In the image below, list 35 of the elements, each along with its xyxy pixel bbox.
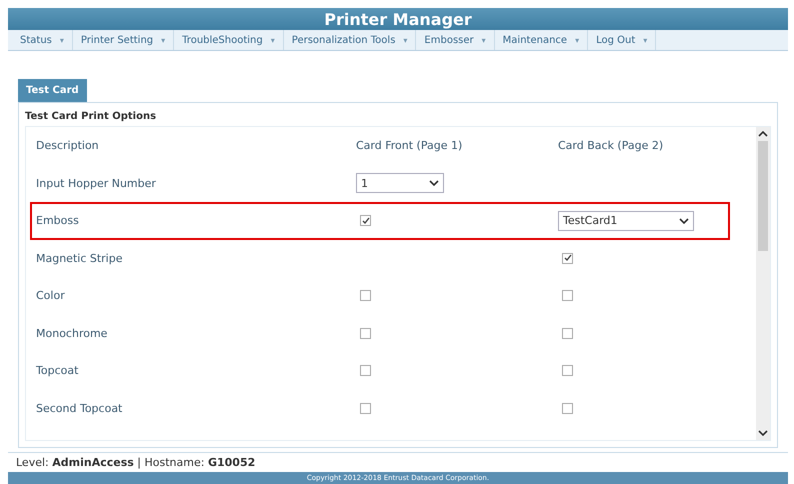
- row-label: Magnetic Stripe: [36, 252, 124, 265]
- select-dropdown[interactable]: TestCard1: [558, 210, 694, 231]
- menu-item[interactable]: Printer Setting ▾: [72, 30, 174, 50]
- checkbox[interactable]: [360, 215, 371, 226]
- checkbox[interactable]: [360, 328, 371, 339]
- menu-item[interactable]: Embosser ▾: [416, 30, 495, 50]
- checkbox[interactable]: [360, 290, 371, 302]
- row-label: Second Topcoat: [36, 402, 124, 415]
- checkbox[interactable]: [562, 290, 573, 302]
- checkbox[interactable]: [562, 252, 573, 264]
- menu-item[interactable]: Status ▾: [12, 30, 73, 50]
- select-dropdown[interactable]: 1: [356, 173, 444, 194]
- checkbox[interactable]: [360, 365, 371, 376]
- menu-item[interactable]: TroubleShooting ▾: [174, 30, 284, 50]
- row-label: Emboss: [36, 214, 80, 228]
- checkbox[interactable]: [562, 365, 573, 376]
- checkbox[interactable]: [562, 402, 573, 414]
- column-header: Card Front (Page 1): [356, 139, 464, 152]
- menu-item[interactable]: Maintenance ▾: [494, 30, 588, 50]
- chevron-icon: [679, 218, 689, 224]
- row-label: Topcoat: [36, 364, 80, 378]
- checkbox[interactable]: [562, 328, 573, 339]
- menu-item[interactable]: Personalization Tools ▾: [284, 30, 416, 50]
- column-header: Description: [36, 139, 100, 152]
- checkbox[interactable]: [360, 402, 371, 414]
- column-header: Card Back (Page 2): [558, 139, 664, 152]
- tab[interactable]: Test Card: [18, 79, 87, 102]
- row-label: Color: [36, 289, 66, 302]
- menu-item[interactable]: Log Out ▾: [588, 30, 656, 50]
- scrollbar[interactable]: [756, 127, 770, 440]
- section-title: Test Card Print Options: [25, 111, 158, 122]
- row-label: Input Hopper Number: [36, 176, 157, 190]
- window-title: Printer Manager: [8, 8, 788, 30]
- row-label: Monochrome: [36, 326, 108, 340]
- chevron-icon: [429, 180, 439, 186]
